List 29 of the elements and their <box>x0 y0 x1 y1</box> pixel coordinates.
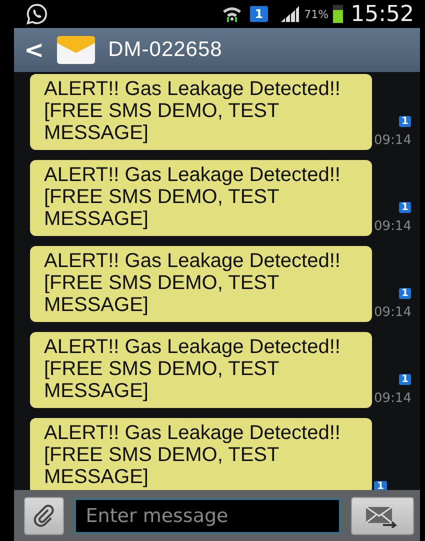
sim-badge: 1 <box>398 116 412 127</box>
battery-icon <box>332 5 343 23</box>
message-time: 09:14 <box>374 391 412 406</box>
sim-badge: 1 <box>398 374 412 385</box>
battery-percent: 71% <box>304 8 329 20</box>
send-button[interactable] <box>350 496 414 534</box>
message-bubble: ALERT!! Gas Leakage Detected!![FREE SMS DEMO, TEST MESSAGE] <box>30 160 372 236</box>
message-bubble: ALERT!! Gas Leakage Detected!![FREE SMS DEMO, TEST MESSAGE] <box>30 418 372 490</box>
paperclip-icon <box>32 504 56 528</box>
signal-icon <box>280 5 300 23</box>
sim-badge: 1 <box>374 481 387 490</box>
message-input[interactable]: Enter message <box>74 498 341 534</box>
message-bubble: ALERT!! Gas Leakage Detected!![FREE SMS DEMO, TEST MESSAGE] <box>30 74 372 150</box>
sim-badge: 1 <box>398 288 412 299</box>
back-button[interactable]: < <box>24 36 44 64</box>
envelope-icon <box>56 35 96 65</box>
wifi-icon <box>222 5 242 23</box>
sim-badge: 1 <box>250 6 268 22</box>
sim-badge: 1 <box>398 202 412 213</box>
message-bubble: ALERT!! Gas Leakage Detected!![FREE SMS DEMO, TEST MESSAGE] <box>30 332 372 408</box>
attach-button[interactable] <box>24 496 64 534</box>
contact-title: DM-022658 <box>108 38 222 62</box>
message-time: 09:14 <box>374 133 412 148</box>
send-envelope-icon <box>365 504 400 528</box>
clock: 15:52 <box>350 2 414 26</box>
message-time: 09:14 <box>374 305 412 320</box>
chat-app-icon <box>26 3 48 25</box>
message-time: 09:14 <box>374 219 412 234</box>
message-bubble: ALERT!! Gas Leakage Detected!![FREE SMS DEMO, TEST MESSAGE] <box>30 246 372 322</box>
